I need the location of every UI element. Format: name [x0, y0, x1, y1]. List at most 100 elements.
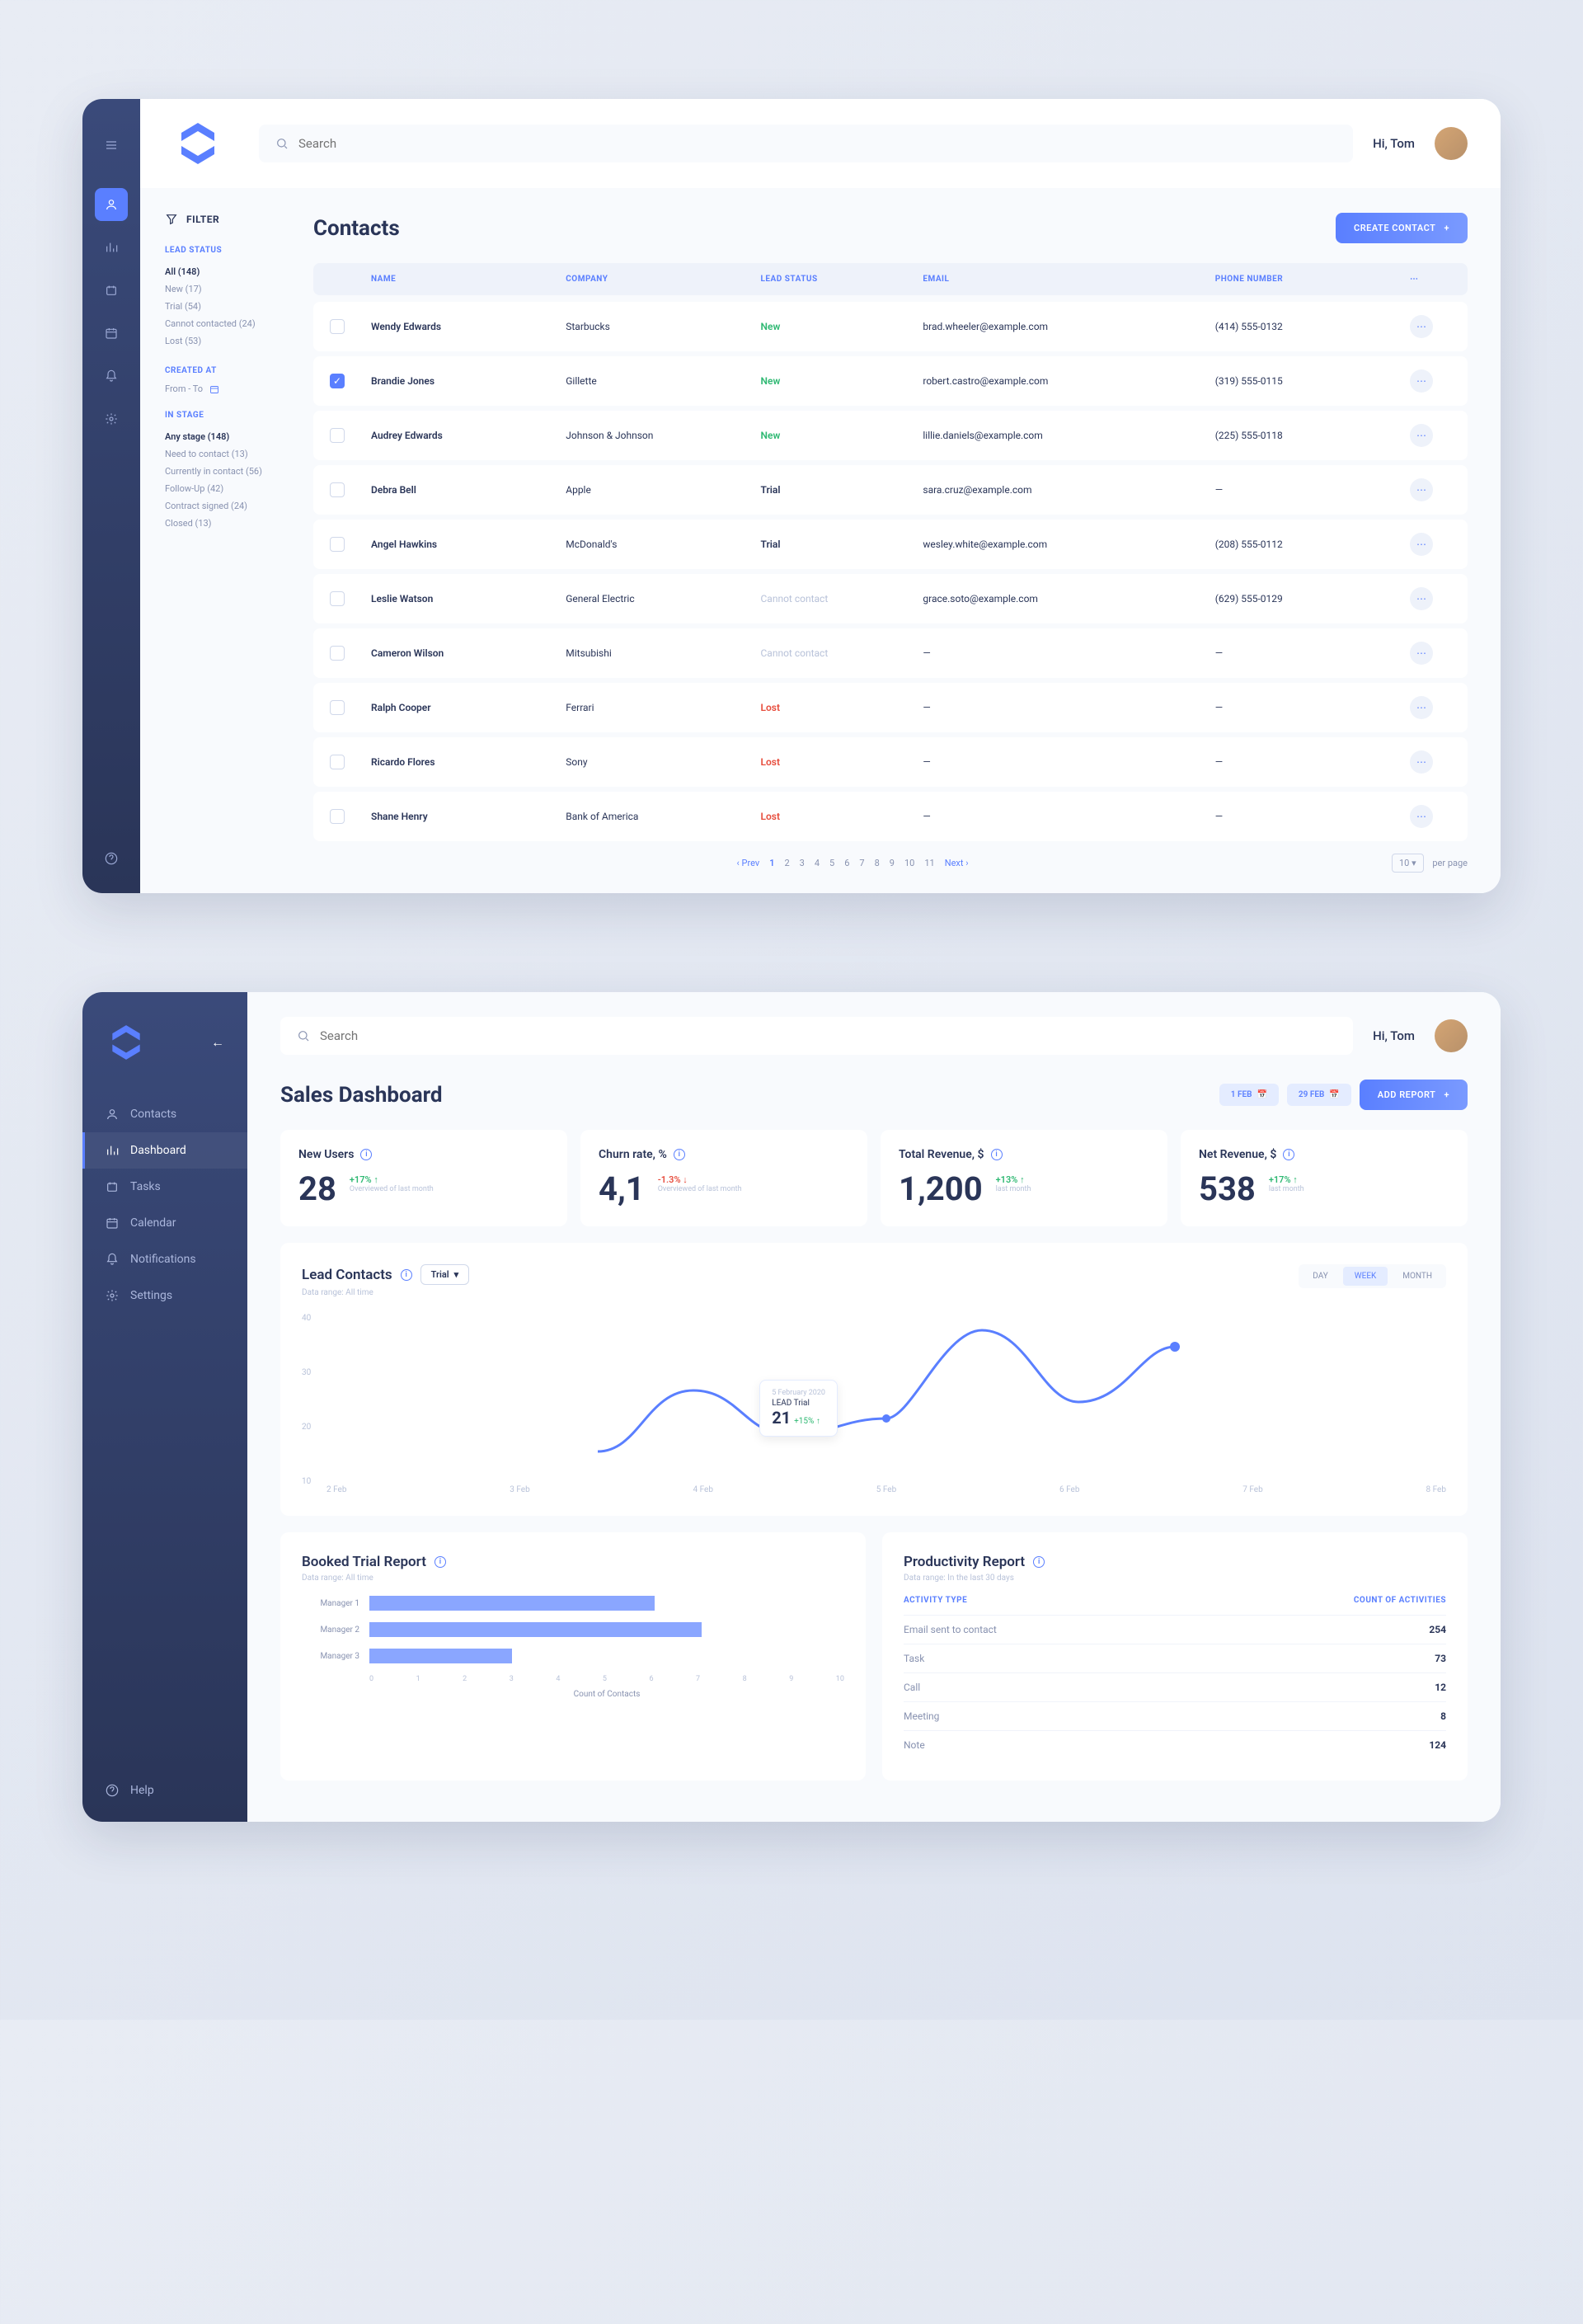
pager-page[interactable]: 10	[904, 858, 914, 868]
row-menu-icon[interactable]: ⋯	[1410, 533, 1433, 556]
checkbox[interactable]	[330, 700, 345, 715]
table-row[interactable]: Ralph Cooper Ferrari Lost — — ⋯	[313, 683, 1468, 732]
row-menu-icon[interactable]: ⋯	[1410, 478, 1433, 501]
pager-next[interactable]: Next ›	[945, 858, 969, 868]
nav-item-contacts[interactable]: Contacts	[82, 1096, 247, 1132]
seg-month[interactable]: MONTH	[1391, 1267, 1444, 1286]
create-contact-button[interactable]: CREATE CONTACT +	[1336, 213, 1468, 243]
col-company[interactable]: COMPANY	[566, 275, 760, 284]
pager-page[interactable]: 3	[800, 858, 805, 868]
filter-item[interactable]: Lost (53)	[165, 332, 280, 350]
date-from-pill[interactable]: 1 FEB 📅	[1219, 1084, 1279, 1106]
menu-icon[interactable]	[95, 129, 128, 162]
row-menu-icon[interactable]: ⋯	[1410, 805, 1433, 828]
nav-dashboard-icon[interactable]	[95, 231, 128, 264]
col-phone[interactable]: PHONE NUMBER	[1215, 275, 1410, 284]
pager-page[interactable]: 5	[829, 858, 834, 868]
checkbox[interactable]	[330, 591, 345, 606]
filter-item[interactable]: Need to contact (13)	[165, 445, 280, 463]
table-row[interactable]: Audrey Edwards Johnson & Johnson New lil…	[313, 411, 1468, 460]
table-row[interactable]: Debra Bell Apple Trial sara.cruz@example…	[313, 465, 1468, 515]
info-icon[interactable]: i	[1283, 1149, 1294, 1160]
checkbox[interactable]	[330, 428, 345, 443]
info-icon[interactable]: i	[991, 1149, 1003, 1160]
row-menu-icon[interactable]: ⋯	[1410, 642, 1433, 665]
info-icon[interactable]: i	[1033, 1556, 1045, 1568]
pager-page[interactable]: 6	[844, 858, 849, 868]
collapse-icon[interactable]: ←	[211, 1034, 224, 1051]
checkbox[interactable]	[330, 646, 345, 661]
nav-item-calendar[interactable]: Calendar	[82, 1205, 247, 1241]
info-icon[interactable]: i	[401, 1269, 412, 1281]
info-icon[interactable]: i	[674, 1149, 685, 1160]
checkbox[interactable]	[330, 809, 345, 824]
checkbox[interactable]	[330, 755, 345, 769]
pager-page[interactable]: 9	[890, 858, 895, 868]
pager-page[interactable]: 1	[769, 858, 774, 868]
pager-page[interactable]: 7	[859, 858, 864, 868]
nav-notifications-icon[interactable]	[95, 360, 128, 393]
filter-item[interactable]: Contract signed (24)	[165, 497, 280, 515]
col-menu-icon[interactable]: ⋯	[1410, 275, 1451, 284]
filter-item[interactable]: Cannot contacted (24)	[165, 315, 280, 332]
row-menu-icon[interactable]: ⋯	[1410, 369, 1433, 393]
nav-item-notifications[interactable]: Notifications	[82, 1241, 247, 1277]
per-page-select[interactable]: 10 ▾	[1392, 854, 1424, 873]
row-menu-icon[interactable]: ⋯	[1410, 315, 1433, 338]
add-report-button[interactable]: ADD REPORT +	[1360, 1080, 1468, 1110]
line-chart[interactable]: 40 30 20 10 5 February 2020 LEAD Trial 2…	[302, 1314, 1446, 1479]
search-input[interactable]	[320, 1028, 1336, 1043]
table-row[interactable]: ✓ Brandie Jones Gillette New robert.cast…	[313, 356, 1468, 406]
checkbox[interactable]	[330, 482, 345, 497]
pager-page[interactable]: 2	[784, 858, 789, 868]
row-menu-icon[interactable]: ⋯	[1410, 750, 1433, 774]
table-row[interactable]: Shane Henry Bank of America Lost — — ⋯	[313, 792, 1468, 841]
row-menu-icon[interactable]: ⋯	[1410, 587, 1433, 610]
checkbox[interactable]: ✓	[330, 374, 345, 388]
avatar[interactable]	[1435, 1019, 1468, 1052]
chart-filter-select[interactable]: Trial ▾	[420, 1264, 470, 1285]
nav-contacts-icon[interactable]	[95, 188, 128, 221]
table-row[interactable]: Leslie Watson General Electric Cannot co…	[313, 574, 1468, 623]
info-icon[interactable]: i	[360, 1149, 372, 1160]
filter-item[interactable]: All (148)	[165, 263, 280, 280]
checkbox[interactable]	[330, 319, 345, 334]
col-lead[interactable]: LEAD STATUS	[761, 275, 923, 284]
date-to-pill[interactable]: 29 FEB 📅	[1287, 1084, 1351, 1106]
pager-prev[interactable]: ‹ Prev	[736, 858, 759, 868]
nav-item-settings[interactable]: Settings	[82, 1277, 247, 1314]
search-bar[interactable]	[280, 1017, 1353, 1055]
pager-page[interactable]: 11	[924, 858, 934, 868]
nav-item-dashboard[interactable]: Dashboard	[82, 1132, 247, 1169]
filter-item[interactable]: Any stage (148)	[165, 428, 280, 445]
nav-item-tasks[interactable]: Tasks	[82, 1169, 247, 1205]
row-menu-icon[interactable]: ⋯	[1410, 424, 1433, 447]
seg-week[interactable]: WEEK	[1343, 1267, 1388, 1286]
col-email[interactable]: EMAIL	[923, 275, 1214, 284]
info-icon[interactable]: i	[435, 1556, 446, 1568]
help-link[interactable]: Help	[82, 1784, 177, 1797]
pager-page[interactable]: 4	[815, 858, 820, 868]
table-row[interactable]: Wendy Edwards Starbucks New brad.wheeler…	[313, 302, 1468, 351]
col-name[interactable]: NAME	[371, 275, 566, 284]
filter-item[interactable]: Follow-Up (42)	[165, 480, 280, 497]
date-range-picker[interactable]: From - To	[165, 383, 280, 394]
nav-settings-icon[interactable]	[95, 402, 128, 435]
search-bar[interactable]	[259, 125, 1353, 162]
search-input[interactable]	[298, 136, 1336, 151]
filter-item[interactable]: Trial (54)	[165, 298, 280, 315]
table-row[interactable]: Ricardo Flores Sony Lost — — ⋯	[313, 737, 1468, 787]
checkbox[interactable]	[330, 537, 345, 552]
filter-item[interactable]: Currently in contact (56)	[165, 463, 280, 480]
filter-item[interactable]: Closed (13)	[165, 515, 280, 532]
filter-item[interactable]: New (17)	[165, 280, 280, 298]
row-menu-icon[interactable]: ⋯	[1410, 696, 1433, 719]
nav-tasks-icon[interactable]	[95, 274, 128, 307]
nav-calendar-icon[interactable]	[95, 317, 128, 350]
help-icon[interactable]	[105, 852, 118, 868]
pager-page[interactable]: 8	[875, 858, 880, 868]
table-row[interactable]: Angel Hawkins McDonald's Trial wesley.wh…	[313, 520, 1468, 569]
seg-day[interactable]: DAY	[1301, 1267, 1340, 1286]
avatar[interactable]	[1435, 127, 1468, 160]
table-row[interactable]: Cameron Wilson Mitsubishi Cannot contact…	[313, 628, 1468, 678]
